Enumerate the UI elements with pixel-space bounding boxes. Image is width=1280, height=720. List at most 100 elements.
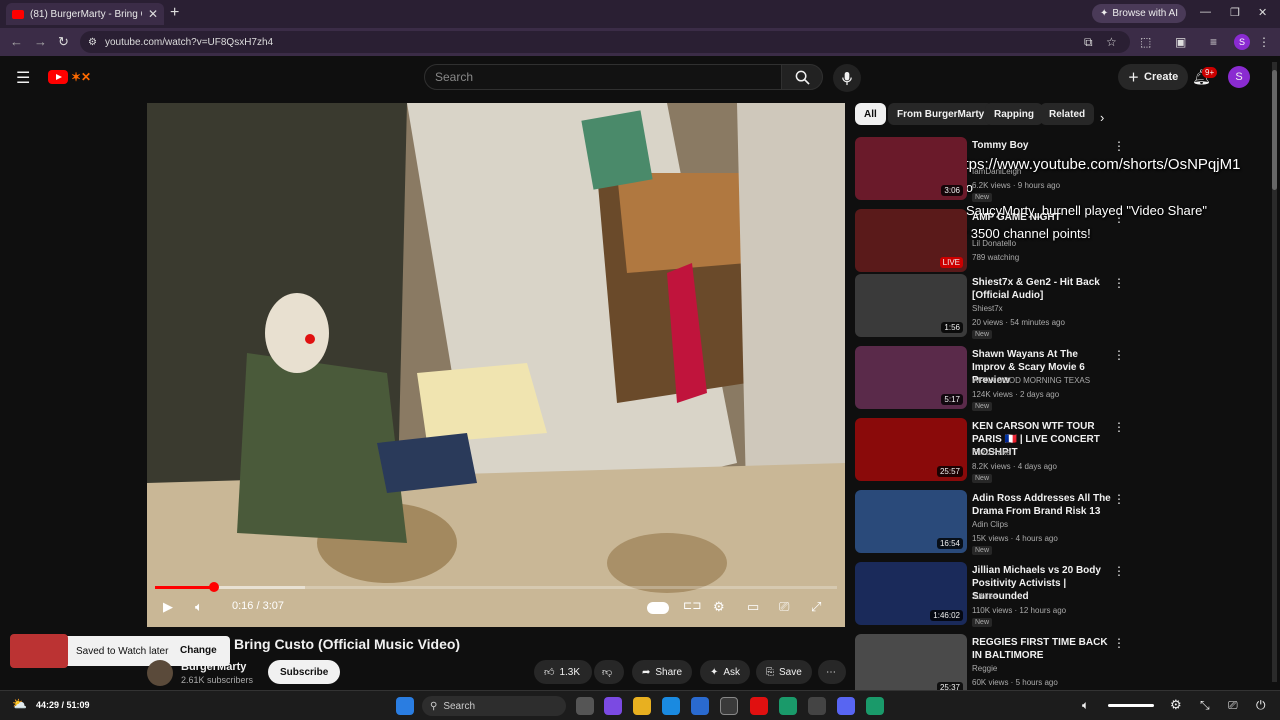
search-button[interactable] xyxy=(781,64,823,90)
account-avatar[interactable]: S xyxy=(1228,66,1250,88)
recommendation-item[interactable]: 1:56 Shiest7x & Gen2 - Hit Back [Official… xyxy=(855,274,1125,340)
recommendation-title[interactable]: REGGIES FIRST TIME BACK IN BALTIMORE xyxy=(972,636,1112,662)
discord-icon[interactable] xyxy=(837,697,855,715)
new-tab-button[interactable]: + xyxy=(170,4,179,22)
recommendation-item[interactable]: 5:17 Shawn Wayans At The Improv & Scary M… xyxy=(855,346,1125,412)
bookmark-star-icon[interactable]: ☆ xyxy=(1106,35,1117,49)
file-explorer-icon[interactable] xyxy=(633,697,651,715)
channel-avatar[interactable] xyxy=(147,660,173,686)
more-vertical-icon[interactable]: ⋮ xyxy=(1113,636,1125,650)
thumbnail-image[interactable]: LIVE xyxy=(855,209,967,272)
recommendation-title[interactable]: Tommy Boy xyxy=(972,139,1112,152)
thumbnail-image[interactable]: 25:37 xyxy=(855,634,967,697)
youtube-app-icon[interactable] xyxy=(750,697,768,715)
split-view-icon[interactable]: ▣ xyxy=(1175,35,1186,49)
ask-button[interactable]: ✦ Ask xyxy=(700,660,751,684)
outlook-icon[interactable] xyxy=(691,697,709,715)
create-button[interactable]: ＋ Create xyxy=(1118,64,1189,90)
more-vertical-icon[interactable]: ⋮ xyxy=(1113,348,1125,362)
recommendation-title[interactable]: AMP GAME NIGHT xyxy=(972,211,1112,224)
scrollbar-thumb[interactable] xyxy=(1272,70,1277,190)
recommendation-title[interactable]: Shiest7x & Gen2 - Hit Back [Official Aud… xyxy=(972,276,1112,302)
recommendation-channel[interactable]: Enzo Paka xyxy=(972,448,1011,457)
more-actions-button[interactable]: ⋯ xyxy=(818,660,846,684)
recommendation-channel[interactable]: IamDaniLeigh xyxy=(972,167,1021,176)
reload-icon[interactable]: ↻ xyxy=(58,34,69,50)
minimize-icon[interactable]: — xyxy=(1200,6,1211,18)
close-tab-icon[interactable]: ✕ xyxy=(148,7,158,21)
like-button[interactable]: 👍︎ 1.3K xyxy=(534,660,592,684)
speaker-icon[interactable]: 🔈︎ xyxy=(1082,698,1089,713)
more-vertical-icon[interactable]: ⋮ xyxy=(1113,211,1125,225)
media-icon[interactable]: ≡ xyxy=(1210,35,1217,49)
cast-icon[interactable]: ⎚ xyxy=(779,599,789,615)
thumbnail-image[interactable]: 1:56 xyxy=(855,274,967,337)
hamburger-icon[interactable]: ☰ xyxy=(16,68,30,88)
thumbnail-image[interactable]: 3:06 xyxy=(855,137,967,200)
recommendation-channel[interactable]: Reggie xyxy=(972,664,997,673)
recommendation-channel[interactable]: Jubilee xyxy=(972,592,997,601)
scrubber-handle[interactable] xyxy=(208,582,219,592)
more-vertical-icon[interactable]: ⋮ xyxy=(1113,276,1125,290)
cast-icon[interactable]: ⎚ xyxy=(1228,698,1238,713)
app-icon-2[interactable] xyxy=(866,697,884,715)
browser-tab[interactable]: (81) BurgerMarty - Bring Custo ✕ xyxy=(6,3,164,25)
edge-icon[interactable] xyxy=(662,697,680,715)
site-info-icon[interactable]: ⚙ xyxy=(88,37,97,48)
app-icon[interactable] xyxy=(779,697,797,715)
volume-icon[interactable]: 🔈︎ xyxy=(195,599,203,615)
dislike-button[interactable]: 👎︎ xyxy=(594,660,624,684)
recommendation-channel[interactable]: Lil Donatello xyxy=(972,239,1016,248)
browse-ai-button[interactable]: ✦ Browse with AI xyxy=(1092,4,1186,23)
expand-icon[interactable]: ⤡ xyxy=(1200,698,1210,713)
progress-bar[interactable] xyxy=(155,582,837,592)
subtitles-icon[interactable]: ⊏⊐ xyxy=(683,599,701,612)
save-button[interactable]: ⎘ Save xyxy=(756,660,812,684)
more-vertical-icon[interactable]: ⋮ xyxy=(1113,139,1125,153)
autoplay-toggle[interactable] xyxy=(647,602,669,614)
copilot-icon[interactable] xyxy=(604,697,622,715)
extensions-icon[interactable]: ⬚ xyxy=(1140,35,1151,49)
recommendation-item[interactable]: 16:54 Adin Ross Addresses All The Drama F… xyxy=(855,490,1125,556)
close-window-icon[interactable]: ✕ xyxy=(1258,6,1267,19)
youtube-logo[interactable]: ✶✕ xyxy=(48,69,108,85)
obs-icon[interactable] xyxy=(808,697,826,715)
more-vertical-icon[interactable]: ⋮ xyxy=(1113,492,1125,506)
channel-name[interactable]: BurgerMarty xyxy=(181,661,246,673)
back-icon[interactable]: ← xyxy=(10,34,23,49)
recommendation-channel[interactable]: Adin Clips xyxy=(972,520,1008,529)
chevron-right-icon[interactable]: › xyxy=(1100,110,1104,125)
thumbnail-image[interactable]: 1:46:02 xyxy=(855,562,967,625)
chip-rapping[interactable]: Rapping xyxy=(985,103,1043,125)
maximize-icon[interactable]: ❐ xyxy=(1230,6,1240,19)
forward-icon[interactable]: → xyxy=(34,34,47,49)
url-field[interactable]: ⚙ youtube.com/watch?v=UF8QsxH7zh4 xyxy=(80,31,1130,53)
fullscreen-icon[interactable]: ⤢ xyxy=(811,599,821,615)
recommendation-channel[interactable]: Shiest7x xyxy=(972,304,1003,313)
recommendation-title[interactable]: Adin Ross Addresses All The Drama From B… xyxy=(972,492,1112,518)
recommendation-item[interactable]: 3:06 Tommy Boy IamDaniLeigh 6.2K views · 9 … xyxy=(855,137,1125,203)
recommendation-item[interactable]: LIVE AMP GAME NIGHT Lil Donatello 789 watch… xyxy=(855,209,1125,275)
video-player[interactable]: ▶ 🔈︎ 0:16 / 3:07 ⊏⊐ ⚙ ▭ ⎚ ⤢ xyxy=(147,103,845,627)
browser-profile-avatar[interactable]: S xyxy=(1234,34,1250,50)
miniplayer-icon[interactable]: ▭ xyxy=(747,599,759,615)
share-button[interactable]: ➦ Share xyxy=(632,660,693,684)
install-icon[interactable]: ⧉ xyxy=(1084,35,1093,50)
voice-search-button[interactable] xyxy=(833,64,861,92)
chip-all[interactable]: All xyxy=(855,103,886,125)
task-view-icon[interactable] xyxy=(576,697,594,715)
more-vertical-icon[interactable]: ⋮ xyxy=(1113,420,1125,434)
recommendation-item[interactable]: 1:46:02 Jillian Michaels vs 20 Body Posit… xyxy=(855,562,1125,628)
windows-start-icon[interactable] xyxy=(396,697,414,715)
thumbnail-image[interactable]: 5:17 xyxy=(855,346,967,409)
volume-slider[interactable] xyxy=(1108,704,1154,707)
settings-gear-icon[interactable]: ⚙ xyxy=(713,599,725,615)
subscribe-button[interactable]: Subscribe xyxy=(268,660,341,684)
taskbar-search[interactable]: ⚲ Search xyxy=(422,696,566,716)
thumbnail-image[interactable]: 16:54 xyxy=(855,490,967,553)
chip-from-channel[interactable]: From BurgerMarty xyxy=(888,103,994,125)
browser-menu-icon[interactable]: ⋮ xyxy=(1258,35,1270,49)
recommendation-channel[interactable]: WFAA GOOD MORNING TEXAS xyxy=(972,376,1090,385)
chip-related[interactable]: Related xyxy=(1040,103,1095,125)
thumbnail-image[interactable]: 25:57 xyxy=(855,418,967,481)
